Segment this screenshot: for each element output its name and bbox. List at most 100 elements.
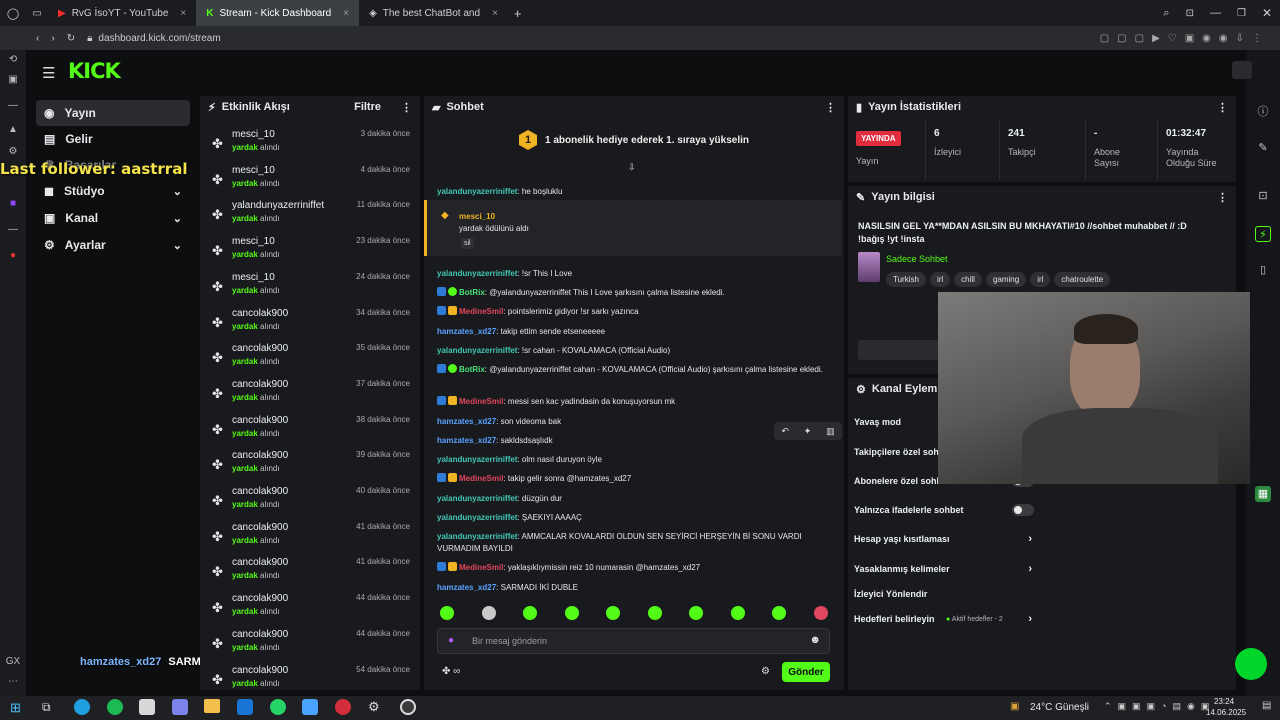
tab-chatbot[interactable]: ◈ The best ChatBot and ×: [359, 0, 508, 26]
settings-icon[interactable]: ⚙: [5, 144, 21, 160]
capture-icon[interactable]: ⊡: [1255, 188, 1271, 204]
nav-ayarlar[interactable]: ⚙ Ayarlar ⌄: [36, 232, 190, 258]
obs-icon[interactable]: [400, 699, 416, 715]
close-icon[interactable]: ×: [180, 8, 186, 19]
emotes-only-toggle[interactable]: [1012, 504, 1034, 516]
category-name[interactable]: Sadece Sohbet: [886, 254, 948, 264]
settings-icon[interactable]: ⚙: [368, 699, 380, 715]
store-icon[interactable]: [139, 699, 155, 715]
activity-user[interactable]: mesci_10: [232, 272, 275, 283]
chat-username[interactable]: hamzates_xd27: [437, 436, 496, 445]
whatsapp-icon[interactable]: [270, 699, 286, 715]
workspaces-icon[interactable]: ▭: [26, 8, 48, 19]
activity-user[interactable]: mesci_10: [232, 129, 275, 140]
banned-words-row[interactable]: Yasaklanmış kelimeler ›: [854, 559, 1034, 579]
account-age-row[interactable]: Hesap yaşı kısıtlaması ›: [854, 529, 1034, 549]
url-input[interactable]: dashboard.kick.com/stream: [98, 33, 220, 44]
activity-user[interactable]: cancolak900: [232, 308, 288, 319]
start-icon[interactable]: ⊞: [10, 700, 21, 716]
nav-studyo[interactable]: ◼ Stüdyo ⌄: [36, 178, 190, 204]
more-icon[interactable]: ⋯: [5, 674, 21, 690]
chat-input[interactable]: Bir mesaj gönderin: [472, 636, 547, 646]
stream-tag[interactable]: gaming: [985, 272, 1027, 287]
more-options-icon[interactable]: ⋮: [825, 101, 836, 114]
activity-user[interactable]: mesci_10: [232, 236, 275, 247]
chat-username[interactable]: BotRix: [459, 288, 485, 297]
wallet-icon[interactable]: ▣: [5, 72, 21, 88]
activity-user[interactable]: cancolak900: [232, 665, 288, 676]
gallery-icon[interactable]: ▦: [1255, 486, 1271, 502]
outlook-icon[interactable]: [237, 699, 253, 715]
search-icon[interactable]: ⌕: [1155, 7, 1177, 20]
opera-icon[interactable]: [335, 699, 351, 715]
send-button[interactable]: Gönder: [782, 662, 830, 682]
chat-username[interactable]: MedineSmil: [459, 307, 503, 316]
forward-icon[interactable]: ›: [51, 33, 54, 44]
filter-button[interactable]: Filtre: [354, 101, 381, 113]
close-icon[interactable]: ×: [343, 8, 349, 19]
chat-settings-icon[interactable]: ⚙: [761, 666, 770, 677]
chat-username[interactable]: yalandunyazerriniffet: [437, 455, 517, 464]
mic-icon[interactable]: ●: [448, 635, 454, 646]
nav-gelir[interactable]: ▤ Gelir: [36, 126, 190, 152]
lightning-icon[interactable]: ⚡︎: [1255, 226, 1271, 242]
chat-username[interactable]: yalandunyazerriniffet: [437, 532, 517, 541]
emote-icon[interactable]: [481, 606, 496, 620]
emote-icon[interactable]: [564, 606, 579, 620]
new-tab-button[interactable]: +: [514, 6, 522, 21]
emoji-icon[interactable]: ☻: [809, 634, 821, 646]
activity-user[interactable]: mesci_10: [232, 165, 275, 176]
raid-row[interactable]: İzleyici Yönlendir: [854, 584, 1034, 604]
chat-username[interactable]: yalandunyazerriniffet: [437, 187, 517, 196]
channel-points[interactable]: ✤ ∞: [442, 666, 460, 677]
delete-icon[interactable]: ▥: [826, 426, 835, 437]
activity-user[interactable]: cancolak900: [232, 522, 288, 533]
emote-icon[interactable]: [647, 606, 662, 620]
hamburger-menu-icon[interactable]: ☰: [42, 64, 55, 82]
emote-icon[interactable]: [606, 606, 620, 620]
chat-username[interactable]: hamzates_xd27: [437, 327, 496, 336]
phone-icon[interactable]: ▯: [1255, 262, 1271, 278]
gx-icon[interactable]: GX: [5, 654, 21, 670]
scroll-down-icon[interactable]: ⇩: [628, 162, 636, 173]
explorer-icon[interactable]: [204, 699, 220, 713]
tab-youtube[interactable]: ▶ RvG İsoYT - YouTube ×: [48, 0, 196, 26]
activity-user[interactable]: cancolak900: [232, 486, 288, 497]
maximize-button[interactable]: ❐: [1229, 8, 1254, 19]
reload-icon[interactable]: ↻: [67, 33, 75, 44]
pin-icon[interactable]: ✦: [804, 426, 812, 437]
activity-user[interactable]: cancolak900: [232, 379, 288, 390]
chat-username[interactable]: yalandunyazerriniffet: [437, 494, 517, 503]
goals-row[interactable]: Hedefleri belirleyin ● Aktif hedefler - …: [854, 609, 1034, 629]
weather-text[interactable]: 24°C Güneşli: [1030, 702, 1089, 713]
user-avatar[interactable]: [1232, 61, 1252, 79]
close-window-button[interactable]: ✕: [1254, 6, 1280, 20]
chat-username[interactable]: hamzates_xd27: [437, 583, 496, 592]
youtube-icon[interactable]: ●: [5, 248, 21, 264]
edit-stream-button[interactable]: [858, 340, 942, 360]
chat-username[interactable]: hamzates_xd27: [437, 417, 496, 426]
reply-icon[interactable]: ↶: [781, 426, 789, 437]
back-icon[interactable]: ‹: [36, 33, 39, 44]
browser-menu-icon[interactable]: ◯: [0, 7, 26, 20]
info-icon[interactable]: ⓘ: [1255, 104, 1271, 120]
activity-user[interactable]: cancolak900: [232, 415, 288, 426]
chat-username[interactable]: yalandunyazerriniffet: [437, 269, 517, 278]
chat-username[interactable]: BotRix: [459, 365, 485, 374]
activity-user[interactable]: yalandunyazerriniffet: [232, 200, 324, 211]
activity-user[interactable]: cancolak900: [232, 629, 288, 640]
apps-icon[interactable]: ▲: [5, 122, 21, 138]
emote-icon[interactable]: [813, 606, 828, 620]
task-view-icon[interactable]: ⧉: [42, 700, 51, 715]
activity-user[interactable]: cancolak900: [232, 557, 288, 568]
more-options-icon[interactable]: ⋮: [1217, 101, 1228, 114]
nav-kanal[interactable]: ▣ Kanal ⌄: [36, 205, 190, 231]
chat-input-box[interactable]: ● Bir mesaj gönderin ☻: [437, 628, 830, 654]
gift-subscription-banner[interactable]: 1 1 abonelik hediye ederek 1. sıraya yük…: [424, 122, 844, 158]
stream-tag[interactable]: chill: [954, 272, 982, 287]
activity-user[interactable]: cancolak900: [232, 450, 288, 461]
emote-icon[interactable]: [440, 606, 454, 620]
stream-tag[interactable]: chatroulette: [1054, 272, 1111, 287]
emote-icon[interactable]: [689, 606, 703, 620]
twitch-icon[interactable]: ■: [5, 196, 21, 212]
